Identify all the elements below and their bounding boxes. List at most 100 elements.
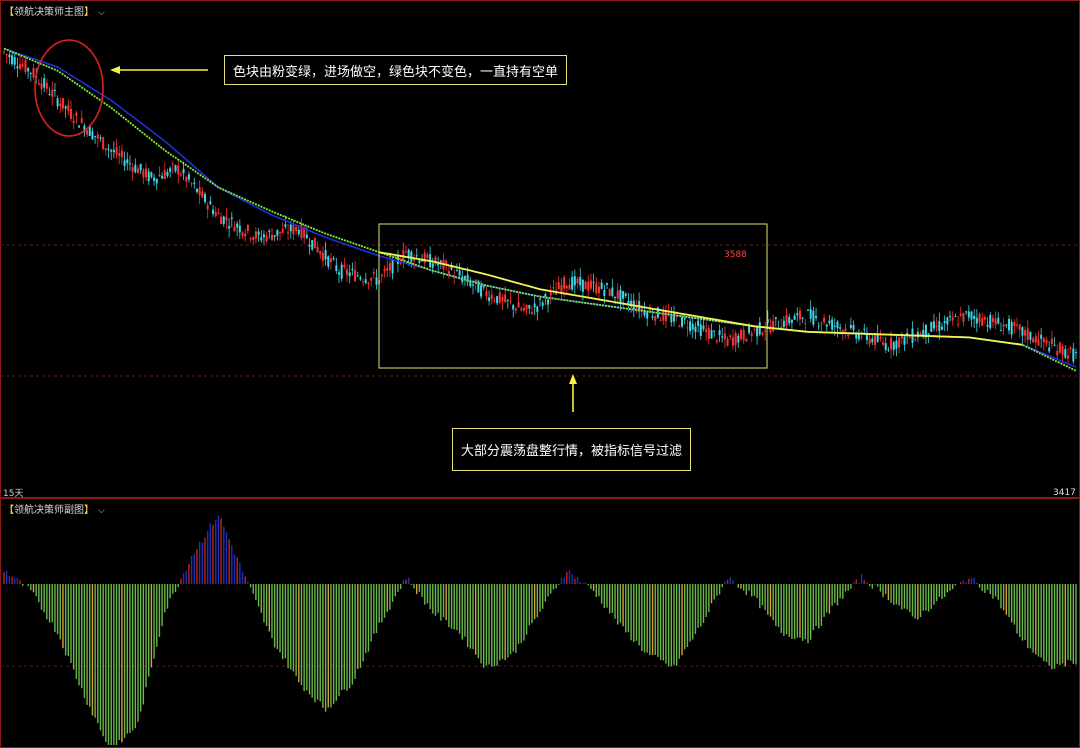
candle-body — [557, 282, 560, 290]
candle-body — [463, 276, 466, 279]
candle-body — [903, 336, 906, 345]
candle-body — [871, 338, 874, 343]
candle-body — [571, 277, 574, 290]
candle-body — [493, 300, 496, 302]
candle-body — [220, 216, 223, 225]
candle-body — [1058, 342, 1061, 353]
candle-body — [94, 135, 97, 137]
candle-body — [547, 299, 550, 305]
candle-body — [1053, 344, 1056, 346]
candle-body — [804, 322, 807, 324]
candle-body — [19, 64, 22, 69]
candle-body — [426, 254, 429, 258]
candle-body — [579, 277, 582, 286]
candle-body — [895, 340, 898, 349]
candle-body — [134, 164, 137, 173]
candle-body — [150, 172, 153, 178]
candle-body — [233, 226, 236, 232]
candle-body — [576, 278, 579, 284]
candle-body — [603, 289, 606, 297]
candle-body — [844, 328, 847, 332]
main-panel-title[interactable]: 【领航决策师主图】 ⌵ — [4, 3, 105, 18]
candle-body — [458, 270, 461, 276]
candle-body — [573, 276, 576, 286]
candle-body — [828, 320, 831, 324]
candle-body — [801, 317, 804, 319]
candle-body — [209, 201, 212, 205]
candle-body — [973, 315, 976, 319]
candle-body — [552, 287, 555, 289]
candle-body — [584, 281, 587, 290]
candle-body — [485, 291, 488, 297]
candle-body — [354, 270, 357, 282]
candle-body — [522, 307, 525, 311]
candle-body — [646, 311, 649, 319]
candle-body — [718, 330, 721, 336]
candle-body — [986, 324, 989, 327]
candle-body — [742, 329, 745, 341]
candle-body — [375, 277, 378, 285]
candle-body — [29, 72, 32, 74]
candle-body — [611, 287, 614, 297]
candle-body — [619, 289, 622, 303]
candle-body — [930, 322, 933, 332]
candle-body — [761, 332, 764, 335]
candle-body — [957, 323, 960, 325]
candle-body — [313, 237, 316, 249]
arrow-to-ellipse — [110, 66, 208, 74]
candle-body — [978, 313, 981, 323]
candle-body — [11, 55, 14, 65]
candle-body — [1002, 324, 1005, 327]
candle-body — [383, 268, 386, 272]
candle-body — [699, 324, 702, 336]
candle-body — [729, 335, 732, 338]
candle-body — [415, 255, 418, 257]
candle-body — [1069, 347, 1072, 349]
candle-body — [785, 314, 788, 326]
candle-body — [37, 83, 40, 85]
chevron-down-icon[interactable]: ⌵ — [98, 506, 105, 516]
candle-body — [589, 280, 592, 289]
candle-body — [195, 188, 198, 193]
candle-body — [238, 225, 241, 233]
candle-body — [177, 165, 180, 175]
candle-body — [308, 244, 311, 247]
candle-body — [161, 175, 164, 179]
candle-body — [56, 98, 59, 107]
candle-body — [70, 108, 72, 119]
candle-body — [364, 279, 367, 283]
candle-body — [316, 247, 319, 253]
candle-body — [855, 334, 858, 339]
candle-body — [943, 321, 946, 323]
chevron-down-icon[interactable]: ⌵ — [98, 8, 105, 18]
candle-body — [734, 333, 737, 346]
candle-body — [831, 319, 834, 330]
candle-body — [123, 160, 126, 166]
candle-body — [774, 317, 777, 319]
candle-body — [946, 317, 949, 325]
candle-body — [480, 285, 483, 297]
sub-panel-title[interactable]: 【领航决策师副图】 ⌵ — [4, 501, 105, 516]
candle-body — [402, 249, 405, 261]
candle-body — [439, 260, 442, 263]
candle-body — [265, 235, 268, 242]
candle-body — [648, 309, 651, 311]
candle-body — [262, 234, 265, 238]
candle-body — [99, 137, 102, 139]
candle-body — [606, 283, 608, 285]
candle-body — [48, 94, 51, 96]
candle-body — [185, 176, 188, 182]
candle-body — [388, 263, 391, 271]
candle-body — [1026, 328, 1029, 340]
candle-body — [241, 232, 244, 236]
candle-body — [147, 171, 150, 182]
candle-body — [346, 269, 349, 275]
chart-canvas — [0, 0, 1080, 748]
candle-body — [565, 285, 568, 289]
candle-body — [372, 272, 375, 274]
candle-body — [790, 319, 793, 323]
candle-body — [257, 231, 260, 235]
candle-body — [874, 334, 876, 346]
arrow-to-box — [569, 374, 577, 412]
candle-body — [204, 194, 206, 203]
